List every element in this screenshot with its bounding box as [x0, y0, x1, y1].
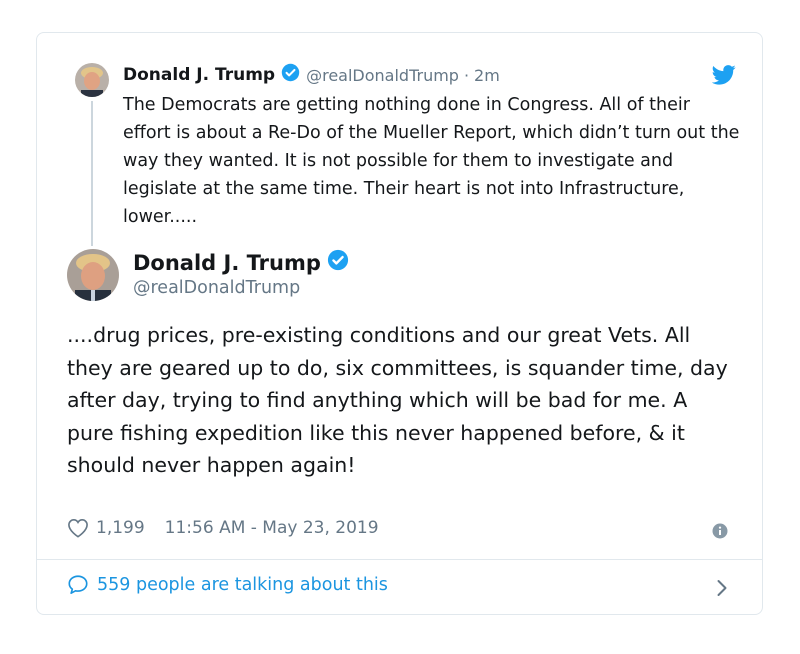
author-avatar[interactable] [67, 249, 119, 301]
author-name[interactable]: Donald J. Trump [133, 251, 321, 275]
twitter-bird-icon[interactable] [711, 65, 736, 89]
verified-badge-icon [327, 249, 349, 276]
separator-dot: · [463, 65, 470, 85]
talking-link[interactable]: 559 people are talking about this [67, 574, 388, 595]
chevron-right-icon[interactable] [716, 579, 728, 601]
author-name-row: Donald J. Trump [133, 249, 349, 276]
parent-tweet-text: The Democrats are getting nothing done i… [123, 95, 740, 227]
tweet-timestamp[interactable]: 11:56 AM - May 23, 2019 [165, 518, 379, 538]
speech-bubble-icon [67, 574, 89, 595]
parent-author-handle[interactable]: @realDonaldTrump [306, 66, 459, 85]
tweet-meta: 1,199 11:56 AM - May 23, 2019 [67, 518, 379, 538]
talking-label: 559 people are talking about this [97, 574, 388, 595]
parent-tweet-header: Donald J. Trump @realDonaldTrump · 2m [123, 63, 500, 87]
tweet-text: ....drug prices, pre-existing conditions… [67, 323, 728, 477]
thread-connector-line [91, 101, 93, 246]
parent-author-name[interactable]: Donald J. Trump [123, 65, 275, 85]
verified-badge-icon [281, 63, 300, 87]
info-icon[interactable] [712, 523, 728, 543]
embedded-tweet-card: Donald J. Trump @realDonaldTrump · 2m Th… [36, 32, 763, 615]
heart-icon[interactable] [67, 518, 89, 538]
parent-avatar[interactable] [75, 63, 109, 97]
parent-tweet-time[interactable]: 2m [474, 66, 500, 85]
footer-divider [37, 559, 762, 560]
author-handle[interactable]: @realDonaldTrump [133, 278, 300, 298]
like-count[interactable]: 1,199 [96, 518, 145, 538]
